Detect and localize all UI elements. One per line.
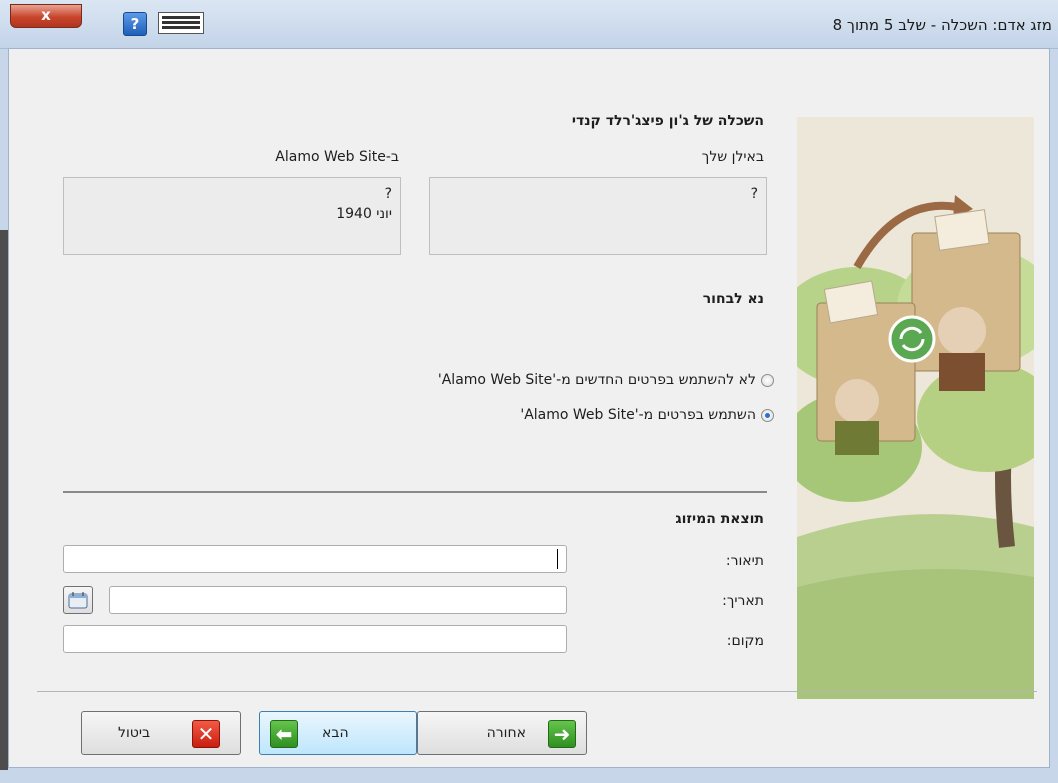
help-icon: ? xyxy=(130,15,140,33)
result-heading: תוצאת המיזוג xyxy=(675,511,764,527)
calendar-button[interactable] xyxy=(63,586,93,614)
title-bar: x ? מזג אדם: השכלה - שלב 5 מתוך 8 xyxy=(0,0,1058,49)
option-use-label: השתמש בפרטים מ-'Alamo Web Site' xyxy=(520,407,756,423)
option-dont-use[interactable]: לא להשתמש בפרטים החדשים מ-'Alamo Web Sit… xyxy=(274,371,774,391)
cancel-button[interactable]: ✕ ביטול xyxy=(81,711,241,755)
mine-details-box: ? xyxy=(429,177,767,255)
place-label: מקום: xyxy=(726,633,764,649)
option-dont-use-label: לא להשתמש בפרטים החדשים מ-'Alamo Web Sit… xyxy=(437,372,756,388)
back-button-label: אחורה xyxy=(486,725,526,741)
description-input[interactable] xyxy=(63,545,567,573)
site-heading: ב-Alamo Web Site xyxy=(275,149,399,165)
arrow-left-icon: ⬅ xyxy=(270,720,298,748)
keyboard-icon[interactable] xyxy=(158,12,204,34)
left-edge-bar xyxy=(0,230,8,770)
x-icon: ✕ xyxy=(192,720,220,748)
choose-heading: נא לבחור xyxy=(702,291,764,307)
date-input[interactable] xyxy=(109,586,567,614)
merge-illustration xyxy=(797,117,1034,699)
calendar-icon xyxy=(68,592,88,609)
back-button[interactable]: ➜ אחורה xyxy=(417,711,587,755)
site-details-box: ? יוני 1940 xyxy=(63,177,401,255)
merge-wizard-window: x ? מזג אדם: השכלה - שלב 5 מתוך 8 השכלה … xyxy=(0,0,1058,783)
section-title: השכלה של ג'ון פיצג'רלד קנדי xyxy=(571,113,764,129)
next-button-label: הבא xyxy=(322,725,349,741)
window-title: מזג אדם: השכלה - שלב 5 מתוך 8 xyxy=(832,16,1052,34)
description-label: תיאור: xyxy=(725,553,764,569)
option-use[interactable]: השתמש בפרטים מ-'Alamo Web Site' xyxy=(274,406,774,426)
site-line1: ? xyxy=(384,186,392,202)
mine-heading: באילן שלך xyxy=(701,149,764,165)
text-cursor xyxy=(557,549,558,569)
separator-line xyxy=(63,491,767,493)
date-label: תאריך: xyxy=(722,593,764,609)
close-icon: x xyxy=(41,6,51,24)
arrow-right-icon: ➜ xyxy=(548,720,576,748)
wizard-client-area: השכלה של ג'ון פיצג'רלד קנדי באילן שלך ב-… xyxy=(8,48,1050,768)
radio-use[interactable] xyxy=(761,409,774,422)
help-button[interactable]: ? xyxy=(123,12,147,36)
radio-dont-use[interactable] xyxy=(761,374,774,387)
next-button[interactable]: ⬅ הבא xyxy=(259,711,417,755)
mine-line1: ? xyxy=(750,186,758,202)
site-line2: יוני 1940 xyxy=(336,206,392,222)
footer-separator xyxy=(37,691,1037,692)
place-input[interactable] xyxy=(63,625,567,653)
cancel-button-label: ביטול xyxy=(118,725,151,741)
close-button[interactable]: x xyxy=(10,4,82,28)
